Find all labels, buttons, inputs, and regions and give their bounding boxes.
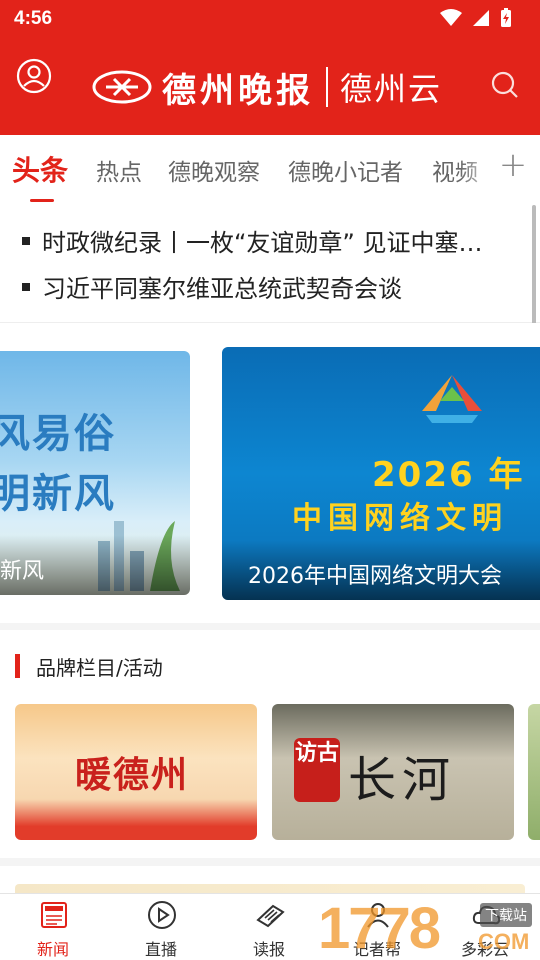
banner-carousel[interactable]: 风易俗 明新风 新风 2026 年 中国网络文明 2026年中国网络文明大会 <box>0 323 540 623</box>
slide-caption: 新风 <box>0 559 45 584</box>
tab-little-reporter[interactable]: 德晚小记者 <box>288 153 403 187</box>
nav-live[interactable]: 直播 <box>111 898 211 959</box>
logo-emblem-icon <box>92 70 152 104</box>
app-header: 4:56 德州晚报 德州云 <box>0 0 540 135</box>
newspaper-icon <box>256 904 285 928</box>
app-logo: 德州晚报 德州云 <box>92 62 442 112</box>
slide-headline: 中国网络文明 <box>292 501 508 536</box>
tab-dewan-observe[interactable]: 德晚观察 <box>168 153 260 187</box>
wifi-icon <box>440 9 462 26</box>
slide-headline: 风易俗 <box>0 410 116 457</box>
carousel-slide[interactable]: 风易俗 明新风 新风 <box>0 351 190 595</box>
list-item[interactable]: 时政微纪录丨一枚“友谊勋章” 见证中塞… <box>22 223 522 258</box>
channel-tabs: 头条 热点 德晚观察 德晚小记者 视频 + <box>0 135 540 203</box>
brand-card-partial[interactable] <box>528 704 540 840</box>
status-bar: 4:56 <box>0 0 540 40</box>
card-title: 长河 <box>348 752 457 808</box>
watermark-com: COM <box>478 929 530 954</box>
battery-icon <box>501 8 511 27</box>
watermark-badge: 下载站 <box>480 903 532 927</box>
brand-card-warm-dezhou[interactable]: 暖德州 <box>15 704 257 840</box>
active-tab-indicator <box>30 199 54 202</box>
bullet-icon <box>22 283 30 291</box>
tab-fade <box>460 135 500 203</box>
conference-logo-icon <box>422 375 482 423</box>
slide-year: 2026 年 <box>372 455 525 495</box>
brand-card-visit-river[interactable]: 访古 长河 <box>272 704 514 840</box>
site-watermark: 1778 下载站 COM <box>310 895 540 960</box>
bullet-icon <box>22 237 30 245</box>
logo-main-text: 德州晚报 <box>162 70 314 111</box>
card-title: 暖德州 <box>75 754 190 796</box>
slide-caption: 2026年中国网络文明大会 <box>248 564 502 589</box>
nav-read-paper[interactable]: 读报 <box>219 898 319 959</box>
carousel-slide[interactable]: 2026 年 中国网络文明 2026年中国网络文明大会 <box>222 347 540 600</box>
nav-label: 读报 <box>252 940 285 959</box>
headline-list: 时政微纪录丨一枚“友谊勋章” 见证中塞… 习近平同塞尔维亚总统武契奇会谈 <box>0 203 540 325</box>
card-seal: 访古 <box>294 738 340 802</box>
tab-headlines[interactable]: 头条 <box>12 149 68 189</box>
watermark-number: 1778 <box>318 896 441 960</box>
status-time: 4:56 <box>14 8 53 29</box>
list-item[interactable]: 习近平同塞尔维亚总统武契奇会谈 <box>22 269 522 304</box>
news-icon <box>41 902 67 928</box>
headline-text: 习近平同塞尔维亚总统武契奇会谈 <box>42 275 402 303</box>
scrollbar[interactable] <box>532 205 536 325</box>
headline-text: 时政微纪录丨一枚“友谊勋章” 见证中塞… <box>42 229 483 257</box>
signal-icon <box>473 10 489 26</box>
search-icon[interactable] <box>490 70 520 100</box>
logo-sub-text: 德州云 <box>340 70 443 108</box>
nav-news[interactable]: 新闻 <box>3 898 103 959</box>
tab-hot[interactable]: 热点 <box>96 153 142 187</box>
status-icons <box>440 8 512 28</box>
section-title: 品牌栏目/活动 <box>36 656 163 680</box>
brand-section: 品牌栏目/活动 暖德州 访古 长河 <box>0 630 540 858</box>
logo-divider <box>326 67 328 107</box>
nav-label: 新闻 <box>36 940 69 959</box>
add-channel-button[interactable]: + <box>496 145 530 185</box>
user-profile-icon[interactable] <box>16 58 52 94</box>
play-icon <box>148 901 176 929</box>
section-accent-bar <box>15 654 20 678</box>
nav-label: 直播 <box>144 940 177 959</box>
